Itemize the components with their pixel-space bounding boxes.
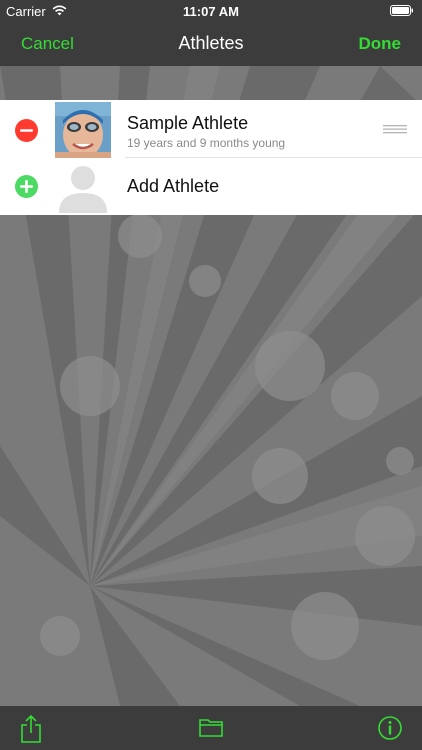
share-icon[interactable] (20, 715, 42, 743)
add-athlete-row[interactable]: Add Athlete (0, 158, 422, 215)
folder-icon[interactable] (199, 717, 223, 737)
status-time: 11:07 AM (183, 4, 239, 19)
insert-control-icon[interactable] (15, 175, 38, 198)
info-icon[interactable] (378, 716, 402, 740)
reorder-icon[interactable] (383, 124, 407, 134)
athlete-name: Sample Athlete (127, 113, 249, 133)
athlete-list: Sample Athlete 19 years and 9 months you… (0, 100, 422, 215)
status-bar: Carrier 11:07 AM (0, 0, 422, 22)
athlete-photo (55, 102, 111, 158)
athlete-age: 19 years and 9 months young (127, 136, 286, 150)
done-button[interactable]: Done (359, 34, 402, 54)
navigation-bar: Cancel Athletes Done (0, 22, 422, 66)
delete-control-icon[interactable] (15, 119, 38, 142)
person-placeholder-icon (59, 166, 107, 213)
bottom-toolbar (0, 706, 422, 750)
battery-icon (390, 5, 413, 16)
add-athlete-label: Add Athlete (127, 176, 220, 196)
list-item[interactable]: Sample Athlete 19 years and 9 months you… (0, 100, 422, 158)
